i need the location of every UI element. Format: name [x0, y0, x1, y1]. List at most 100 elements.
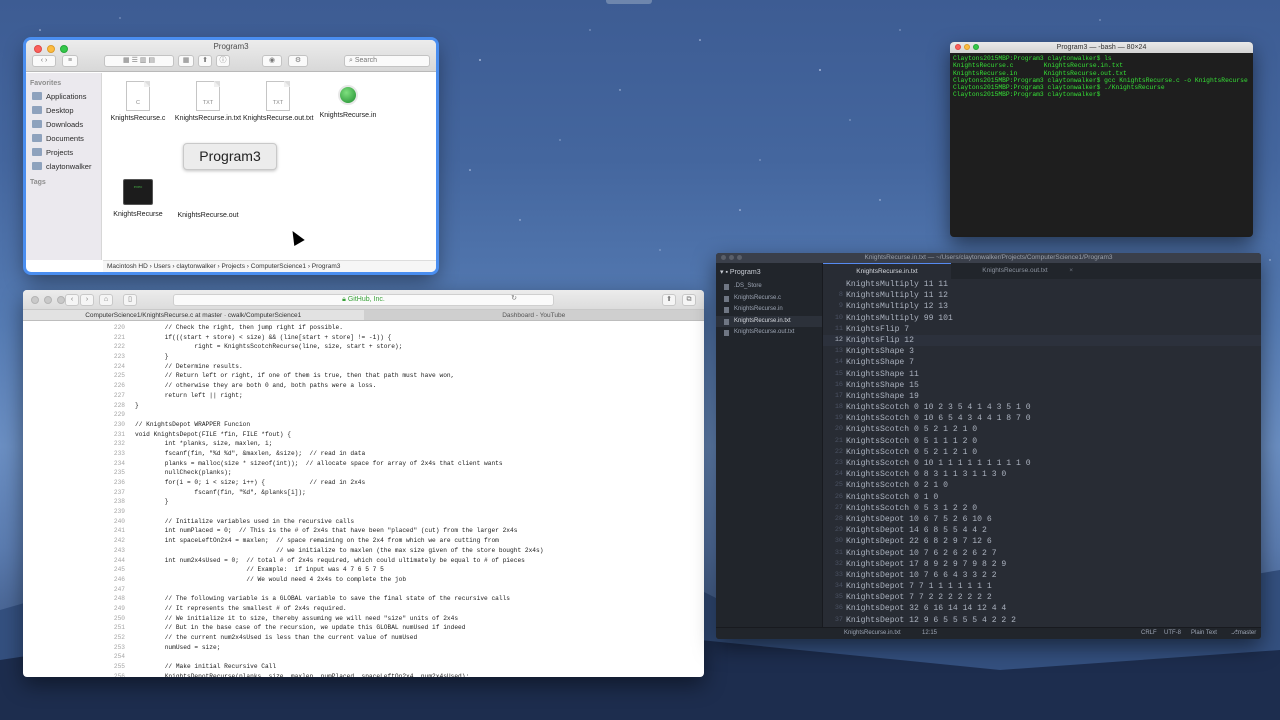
- code-line: 230 // KnightsDepot WRAPPER Funcion: [109, 420, 704, 430]
- line-text: KnightsFlip 12: [846, 335, 914, 345]
- minimize-button[interactable]: [964, 44, 970, 50]
- file-item[interactable]: C KnightsRecurse.c: [103, 81, 173, 123]
- sidebar-item-label: Downloads: [46, 119, 84, 129]
- sidebar-item-label: Documents: [46, 133, 84, 143]
- file-item[interactable]: exec KnightsRecurse: [103, 177, 173, 219]
- tree-file[interactable]: KnightsRecurse.out.txt: [716, 327, 822, 339]
- gutter-number: 31: [834, 548, 843, 557]
- status-branch[interactable]: ⎇ master: [1231, 628, 1256, 639]
- code-line: 220 // Check the right, then jump right …: [109, 323, 704, 333]
- terminal-output[interactable]: Claytons2015MBP:Program3 claytonwalker$ …: [950, 53, 1253, 101]
- terminal-line: Claytons2015MBP:Program3 claytonwalker$ …: [953, 76, 1248, 84]
- tab-in-txt[interactable]: KnightsRecurse.in.txt: [823, 263, 951, 279]
- line-text: KnightsScotch 0 5 2 1 2 1 0: [846, 447, 978, 457]
- line-number: 249: [113, 604, 125, 612]
- editor-line: 26 KnightsScotch 0 1 0: [823, 492, 1261, 503]
- sidebar-item-downloads[interactable]: Downloads: [26, 117, 101, 131]
- share-icon[interactable]: ⬆: [198, 55, 212, 67]
- tree-file-selected[interactable]: KnightsRecurse.in.txt: [716, 315, 822, 327]
- safari-window[interactable]: ‹ › ⌂ ▯ 🔒︎ GitHub, Inc. ↻ ⬆ ⧉ ComputerSc…: [23, 290, 704, 677]
- tab-github[interactable]: ComputerScience1/KnightsRecurse.c at mas…: [23, 310, 364, 320]
- address-bar[interactable]: 🔒︎ GitHub, Inc.: [173, 294, 554, 306]
- line-number: 239: [113, 508, 125, 516]
- gutter-number: 25: [834, 481, 843, 490]
- status-encoding[interactable]: UTF-8: [1164, 628, 1181, 639]
- line-text: KnightsShape 19: [846, 391, 919, 401]
- gutter-number: 8: [838, 291, 843, 300]
- line-text: KnightsScotch 0 1 0: [846, 492, 939, 502]
- close-button[interactable]: [955, 44, 961, 50]
- close-button[interactable]: [721, 255, 726, 260]
- arrange-icon[interactable]: ▦: [178, 55, 194, 67]
- code-line: 254: [109, 652, 704, 662]
- quick-look-icon[interactable]: ◉: [262, 55, 282, 67]
- line-text: void KnightsDepot(FILE *fin, FILE *fout)…: [135, 430, 291, 438]
- file-item[interactable]: TXT KnightsRecurse.out.txt: [243, 81, 313, 123]
- editor-content[interactable]: KnightsMultiply 11 11 8 KnightsMultiply 11…: [823, 279, 1261, 627]
- sidebar-item-home[interactable]: claytonwalker: [26, 159, 101, 173]
- close-button[interactable]: [31, 296, 39, 304]
- line-text: // We initialize it to size, thereby ass…: [135, 614, 459, 622]
- project-folder[interactable]: ▾ ▪ Program3: [716, 263, 822, 281]
- gear-icon[interactable]: ⚙: [288, 55, 308, 67]
- back-button[interactable]: ‹: [65, 294, 79, 306]
- share-icon[interactable]: ⬆: [662, 294, 676, 306]
- file-item[interactable]: KnightsRecurse.out: [173, 177, 243, 220]
- home-icon[interactable]: ⌂: [99, 294, 113, 306]
- sidebar-item-applications[interactable]: Applications: [26, 89, 101, 103]
- close-tab-icon[interactable]: ×: [1069, 263, 1073, 279]
- finder-title: Program3: [213, 42, 249, 51]
- gutter-number: 21: [834, 436, 843, 445]
- applications-icon: [32, 92, 42, 100]
- code-line: 227 return left || right;: [109, 391, 704, 401]
- line-number: 247: [113, 585, 125, 593]
- view-options-icon[interactable]: ≡: [62, 55, 78, 67]
- tree-file[interactable]: .DS_Store: [716, 281, 822, 293]
- sidebar-item-projects[interactable]: Projects: [26, 145, 101, 159]
- zoom-button[interactable]: [57, 296, 65, 304]
- info-icon[interactable]: ⓘ: [216, 55, 230, 67]
- tab-out-txt[interactable]: KnightsRecurse.out.txt ×: [951, 263, 1079, 279]
- tree-file[interactable]: KnightsRecurse.c: [716, 293, 822, 305]
- file-item[interactable]: KnightsRecurse.in: [313, 81, 383, 120]
- status-file[interactable]: KnightsRecurse.in.txt: [844, 628, 901, 639]
- status-eol[interactable]: CRLF: [1141, 628, 1157, 639]
- line-text: KnightsScotch 0 10 2 3 5 4 1 4 3 5 1 0: [846, 403, 1031, 413]
- finder-path-bar[interactable]: Macintosh HD › Users › claytonwalker › P…: [103, 260, 436, 272]
- sidebar-icon[interactable]: ▯: [123, 294, 137, 306]
- line-text: KnightsDepot 10 7 6 6 4 3 3 2 2: [846, 570, 997, 580]
- tabs-icon[interactable]: ⧉: [682, 294, 696, 306]
- terminal-traffic-lights: [955, 44, 979, 50]
- gutter-number: 22: [834, 447, 843, 456]
- sidebar-item-desktop[interactable]: Desktop: [26, 103, 101, 117]
- editor-line: 28 KnightsDepot 10 6 7 5 2 6 10 6: [823, 514, 1261, 525]
- line-text: KnightsScotch 0 5 1 1 1 2 0: [846, 436, 978, 446]
- minimize-button[interactable]: [729, 255, 734, 260]
- sidebar-item-documents[interactable]: Documents: [26, 131, 101, 145]
- line-text: }: [135, 353, 169, 361]
- tree-file[interactable]: KnightsRecurse.in: [716, 304, 822, 316]
- back-forward-buttons[interactable]: ‹ ›: [32, 55, 56, 67]
- minimize-button[interactable]: [44, 296, 52, 304]
- line-number: 229: [113, 411, 125, 419]
- code-line: 224 // Determine results.: [109, 362, 704, 372]
- line-text: // Return left or right, if one of them …: [135, 372, 455, 380]
- file-item[interactable]: TXT KnightsRecurse.in.txt: [173, 81, 243, 123]
- terminal-window[interactable]: Program3 — -bash — 80×24 Claytons2015MBP…: [950, 42, 1253, 237]
- zoom-button[interactable]: [737, 255, 742, 260]
- tab-youtube[interactable]: Dashboard - YouTube: [364, 310, 705, 320]
- status-grammar[interactable]: Plain Text: [1191, 628, 1217, 639]
- zoom-button[interactable]: [973, 44, 979, 50]
- reload-icon[interactable]: ↻: [507, 294, 521, 306]
- gutter-number: 36: [834, 604, 843, 613]
- editor-line: 22 KnightsScotch 0 5 2 1 2 1 0: [823, 447, 1261, 458]
- line-number: 243: [113, 546, 125, 554]
- code-line: 253 numUsed = size;: [109, 643, 704, 653]
- forward-button[interactable]: ›: [80, 294, 94, 306]
- line-number: 221: [113, 333, 125, 341]
- file-icon-hidden: [173, 177, 243, 211]
- status-cursor[interactable]: 12:15: [922, 628, 937, 639]
- atom-editor-window[interactable]: KnightsRecurse.in.txt — ~/Users/claytonw…: [716, 253, 1261, 639]
- search-input[interactable]: ⌕ Search: [344, 55, 430, 67]
- view-mode-buttons[interactable]: ▦ ☰ ▥ ▤: [104, 55, 174, 67]
